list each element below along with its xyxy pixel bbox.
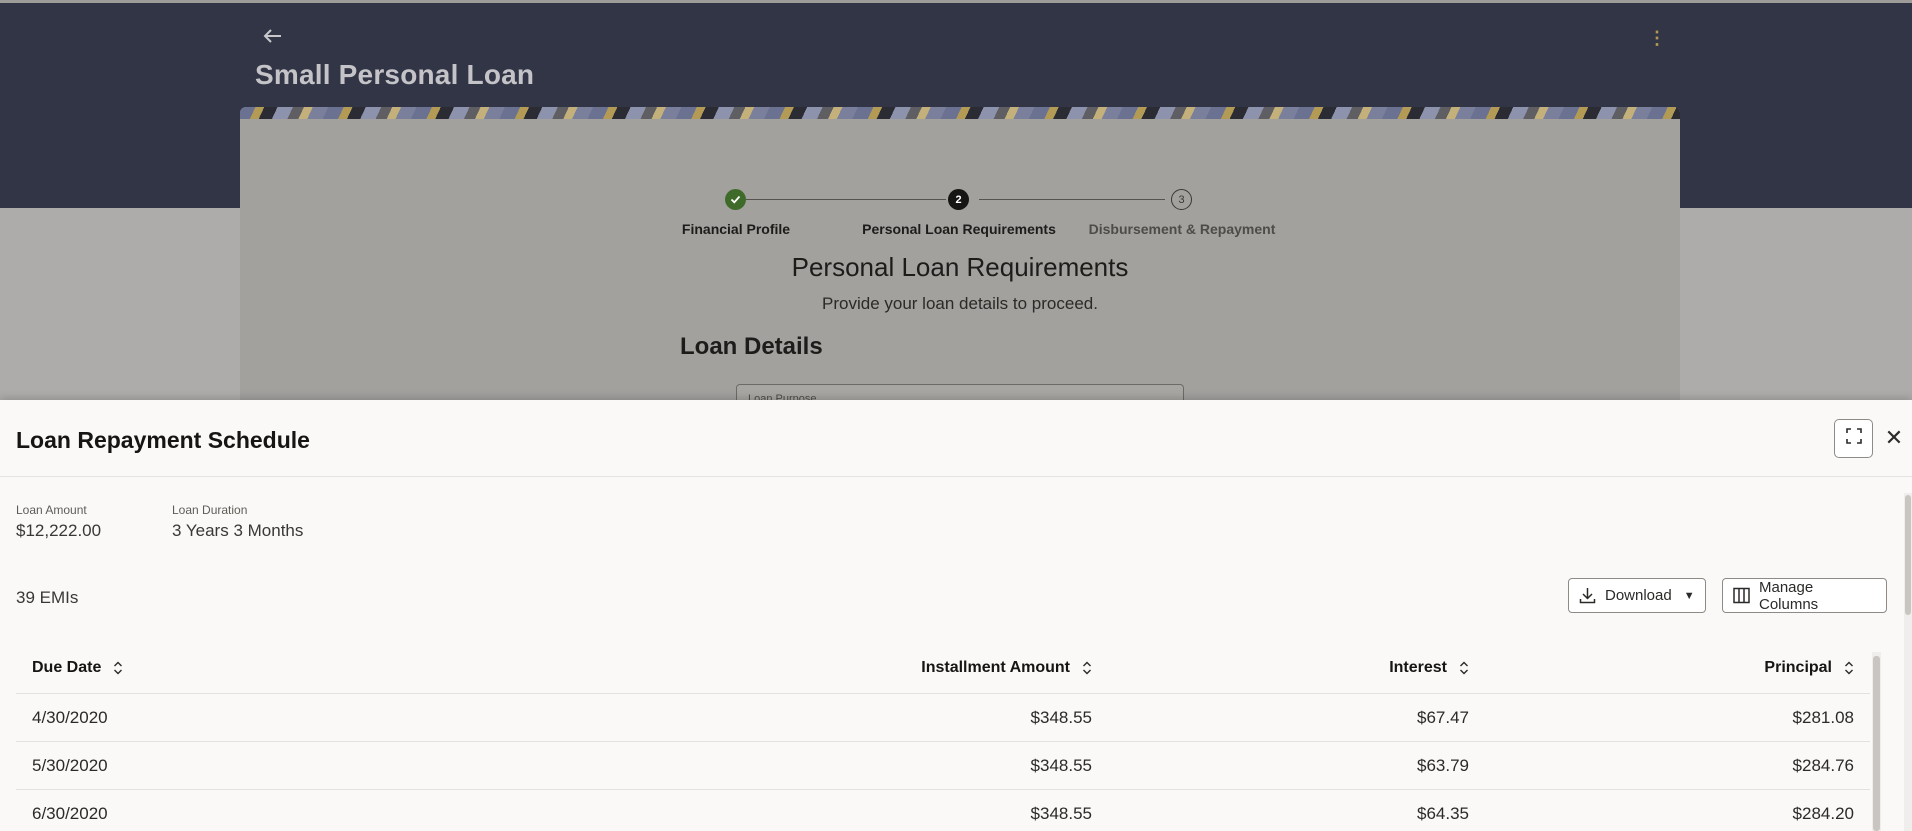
column-label: Principal <box>1764 658 1832 676</box>
sort-icon[interactable] <box>1082 661 1092 675</box>
download-icon <box>1579 587 1596 604</box>
application-card: 2 3 Financial Profile Personal Loan Requ… <box>240 107 1680 407</box>
sort-icon[interactable] <box>1844 661 1854 675</box>
loan-amount-summary: Loan Amount $12,222.00 <box>16 503 101 541</box>
installment-amount-cell: $348.55 <box>1030 707 1092 727</box>
download-label: Download <box>1605 587 1672 604</box>
table-header: Due Date Installment Amount Interest Pri… <box>16 642 1870 694</box>
table-row[interactable]: 6/30/2020 $348.55 $64.35 $284.20 <box>16 790 1870 831</box>
caret-down-icon: ▼ <box>1683 589 1695 602</box>
section-subtitle: Provide your loan details to proceed. <box>822 294 1098 313</box>
installment-amount-cell: $348.55 <box>1030 755 1092 775</box>
stepper-connector <box>979 199 1165 200</box>
stepper-connector <box>746 199 946 200</box>
principal-cell: $284.20 <box>1792 803 1854 823</box>
drawer-divider <box>0 476 1912 477</box>
column-label: Interest <box>1389 658 1447 676</box>
back-arrow-icon[interactable] <box>262 25 284 47</box>
loan-details-heading: Loan Details <box>680 333 823 360</box>
table-scrollbar-thumb[interactable] <box>1873 656 1880 831</box>
table-row[interactable]: 4/30/2020 $348.55 $67.47 $281.08 <box>16 694 1870 742</box>
loan-amount-label: Loan Amount <box>16 503 87 517</box>
column-label: Due Date <box>32 658 102 676</box>
step-2-indicator: 2 <box>948 189 969 210</box>
sort-icon[interactable] <box>1459 661 1469 675</box>
fullscreen-icon <box>1845 428 1862 449</box>
interest-cell: $63.79 <box>1417 755 1469 775</box>
column-header-principal[interactable]: Principal <box>1764 642 1854 693</box>
step-label-disbursement: Disbursement & Repayment <box>1088 221 1276 237</box>
step-label-financial-profile[interactable]: Financial Profile <box>682 221 790 237</box>
due-date-cell: 6/30/2020 <box>32 803 108 823</box>
due-date-cell: 5/30/2020 <box>32 755 108 775</box>
drawer-scrollbar[interactable] <box>1904 493 1912 831</box>
principal-cell: $281.08 <box>1792 707 1854 727</box>
drawer-scrollbar-thumb[interactable] <box>1905 495 1911 615</box>
column-header-due-date[interactable]: Due Date <box>32 642 123 693</box>
emi-count: 39 EMIs <box>16 588 79 607</box>
sort-icon[interactable] <box>113 661 123 675</box>
column-label: Installment Amount <box>921 658 1070 676</box>
expand-button[interactable] <box>1834 419 1873 458</box>
loan-duration-value: 3 Years 3 Months <box>172 521 304 540</box>
more-options-icon[interactable]: ⋮ <box>1648 27 1666 49</box>
step-1-complete-icon <box>725 189 746 210</box>
decorative-banner <box>240 107 1680 119</box>
interest-cell: $64.35 <box>1417 803 1469 823</box>
close-icon[interactable]: ✕ <box>1883 426 1905 450</box>
loan-amount-value: $12,222.00 <box>16 521 102 540</box>
installment-amount-cell: $348.55 <box>1030 803 1092 823</box>
section-heading: Personal Loan Requirements <box>791 252 1129 282</box>
columns-icon <box>1733 587 1750 604</box>
due-date-cell: 4/30/2020 <box>32 707 108 727</box>
progress-stepper: 2 3 Financial Profile Personal Loan Requ… <box>240 180 1680 240</box>
manage-columns-button[interactable]: Manage Columns <box>1722 578 1887 613</box>
page-title: Small Personal Loan <box>255 59 535 90</box>
loan-duration-summary: Loan Duration 3 Years 3 Months <box>172 503 303 541</box>
drawer-title: Loan Repayment Schedule <box>16 427 310 453</box>
table-scrollbar[interactable] <box>1872 652 1881 831</box>
table-row[interactable]: 5/30/2020 $348.55 $63.79 $284.76 <box>16 742 1870 790</box>
repayment-schedule-drawer: Loan Repayment Schedule ✕ Loan Amount $1… <box>0 400 1912 831</box>
step-label-loan-requirements[interactable]: Personal Loan Requirements <box>862 221 1056 237</box>
step-3-indicator: 3 <box>1171 189 1192 210</box>
loan-duration-label: Loan Duration <box>172 503 248 517</box>
interest-cell: $67.47 <box>1417 707 1469 727</box>
manage-columns-label: Manage Columns <box>1759 578 1819 613</box>
repayment-table: Due Date Installment Amount Interest Pri… <box>16 642 1870 831</box>
column-header-interest[interactable]: Interest <box>1389 642 1469 693</box>
download-button[interactable]: Download ▼ <box>1568 578 1706 613</box>
principal-cell: $284.76 <box>1792 755 1854 775</box>
column-header-installment-amount[interactable]: Installment Amount <box>921 642 1092 693</box>
